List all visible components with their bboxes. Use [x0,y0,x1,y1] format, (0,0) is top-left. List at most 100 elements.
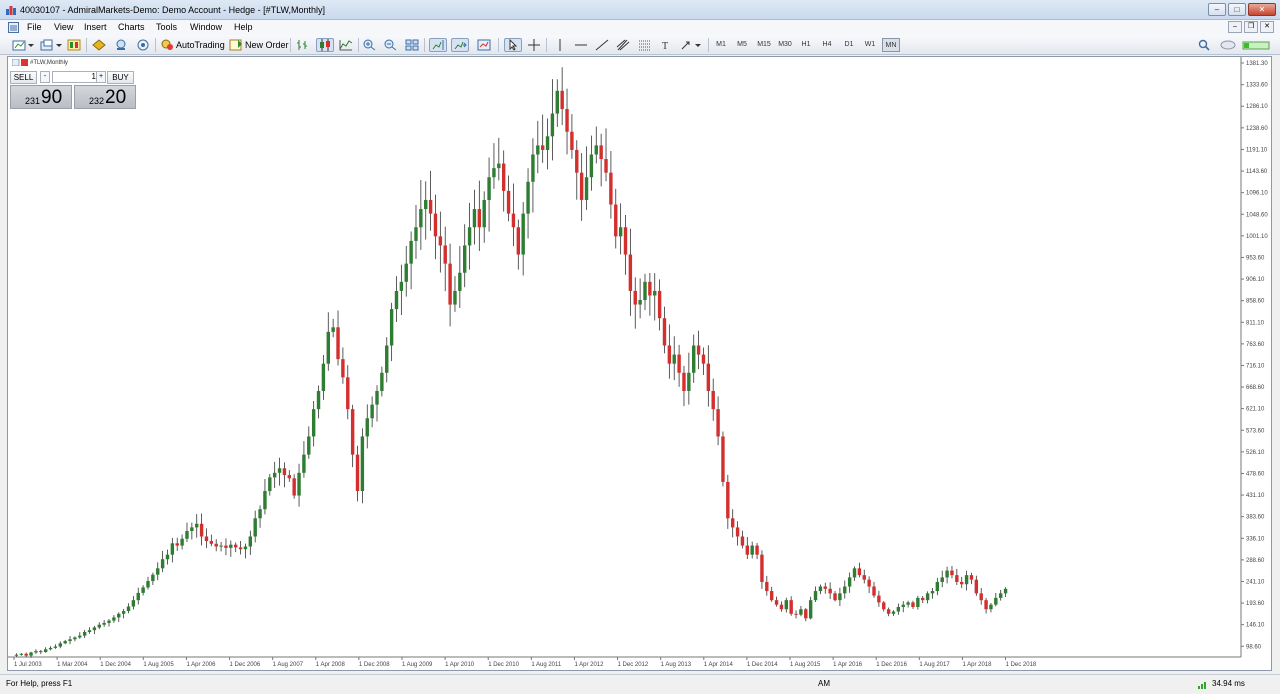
chart-shift-icon[interactable] [429,38,447,52]
timeframe-h1[interactable]: H1 [797,38,815,52]
new-order-button[interactable]: New Order [229,38,289,52]
candle-bear [779,604,784,610]
timeframe-m15[interactable]: M15 [755,38,773,52]
timeframe-m30[interactable]: M30 [776,38,794,52]
trendline-icon[interactable] [595,38,609,52]
candle-bear [579,172,584,200]
autotrading-label: AutoTrading [176,40,225,50]
buy-button[interactable]: BUY [107,71,134,84]
timeframe-d1[interactable]: D1 [840,38,858,52]
candle-bear [833,593,837,601]
mdi-minimize-button[interactable]: – [1228,21,1242,33]
candle-bear [438,236,443,246]
bar-chart-icon[interactable] [296,38,310,52]
price-tick-label: 526.10 [1246,450,1265,456]
candle-bear [701,354,706,364]
candle-bull [784,600,789,610]
candle-bull [896,606,901,612]
candle-bull [97,624,101,628]
candle-bear [209,541,214,544]
time-tick-label: 1 Dec 2010 [488,662,519,668]
menu-file[interactable]: File [27,22,42,32]
new-order-label: New Order [245,40,289,50]
vertical-line-icon[interactable] [553,38,567,52]
chat-icon[interactable] [1220,38,1236,52]
candle-bull [472,209,477,228]
arrows-icon[interactable] [680,38,702,52]
menu-charts[interactable]: Charts [118,22,145,32]
maximize-button[interactable]: □ [1228,3,1246,16]
cursor-icon[interactable] [504,38,522,52]
fibonacci-icon[interactable] [638,38,652,52]
mdi-restore-button[interactable]: ❒ [1244,21,1258,33]
price-tick-label: 336.10 [1246,536,1265,542]
lot-input[interactable]: 1 [52,71,100,83]
equidistant-channel-icon[interactable] [616,38,630,52]
candle-bear [677,354,681,373]
line-chart-icon[interactable] [339,38,353,52]
timeframe-mn[interactable]: MN [882,38,900,52]
menu-insert[interactable]: Insert [84,22,107,32]
search-icon[interactable] [1198,38,1210,52]
terminal-icon[interactable] [114,38,128,52]
candle-bear [287,475,292,479]
menu-help[interactable]: Help [234,22,253,32]
sell-price-button[interactable]: 231 90 [10,85,72,109]
price-tick-label: 431.10 [1246,493,1265,499]
timeframe-m1[interactable]: M1 [712,38,730,52]
timeframe-m5[interactable]: M5 [733,38,751,52]
candlestick-chart[interactable]: 1381.30 1333.60 1286.10 1238.60 1191.10 1143.… [8,57,1271,670]
price-tick-label: 193.60 [1246,601,1265,607]
chart-window[interactable]: 1381.30 1333.60 1286.10 1238.60 1191.10 1143.… [7,56,1272,671]
candle-bull [389,309,394,346]
signal-strength-icon[interactable] [1242,38,1270,52]
mdi-close-button[interactable]: ✕ [1260,21,1274,33]
candle-bear [974,579,979,594]
zoom-in-icon[interactable] [363,38,377,52]
autotrading-button[interactable]: AutoTrading [160,38,225,52]
candle-bull [360,436,365,492]
strategy-tester-icon[interactable] [136,38,150,52]
candle-bear [706,363,711,391]
new-chart-icon[interactable] [12,38,34,52]
candle-bear [716,409,720,437]
zoom-out-icon[interactable] [384,38,398,52]
autoscroll-icon[interactable] [451,38,469,52]
time-tick-label: 1 Dec 2014 [747,662,778,668]
timeframe-h4[interactable]: H4 [818,38,836,52]
menu-view[interactable]: View [54,22,73,32]
navigator-icon[interactable] [92,38,106,52]
sell-button[interactable]: SELL [10,71,37,84]
profiles-icon[interactable] [40,38,62,52]
chart-window-icon[interactable] [8,22,19,33]
templates-icon[interactable] [477,38,491,52]
tile-windows-icon[interactable] [405,38,419,52]
market-watch-icon[interactable] [67,38,81,52]
sell-price-small: 231 [25,96,41,106]
minimize-button[interactable]: – [1208,3,1226,16]
candle-bear [950,570,954,576]
buy-price-button[interactable]: 232 20 [74,85,136,109]
candle-bear [789,600,793,614]
lot-decrease-button[interactable]: - [40,71,50,83]
lot-increase-button[interactable]: + [96,71,106,83]
timeframe-w1[interactable]: W1 [861,38,879,52]
candlestick-icon[interactable] [316,38,334,52]
candle-bull [68,639,72,642]
text-icon[interactable]: T [659,38,673,52]
price-tick-label: 478.60 [1246,471,1265,477]
candle-bull [63,641,67,644]
menu-window[interactable]: Window [190,22,222,32]
menu-tools[interactable]: Tools [156,22,177,32]
candle-bull [307,436,311,455]
window-titlebar[interactable]: 40030107 - AdmiralMarkets-Demo: Demo Acc… [0,0,1280,20]
horizontal-line-icon[interactable] [574,38,588,52]
candle-bull [453,290,457,305]
candle-bear [560,90,564,110]
candle-bear [428,199,433,214]
close-button[interactable]: ✕ [1248,3,1276,16]
candle-bull [248,536,253,547]
time-tick-label: 1 Dec 2018 [1006,662,1037,668]
candle-bull [545,136,550,150]
crosshair-icon[interactable] [527,38,541,52]
